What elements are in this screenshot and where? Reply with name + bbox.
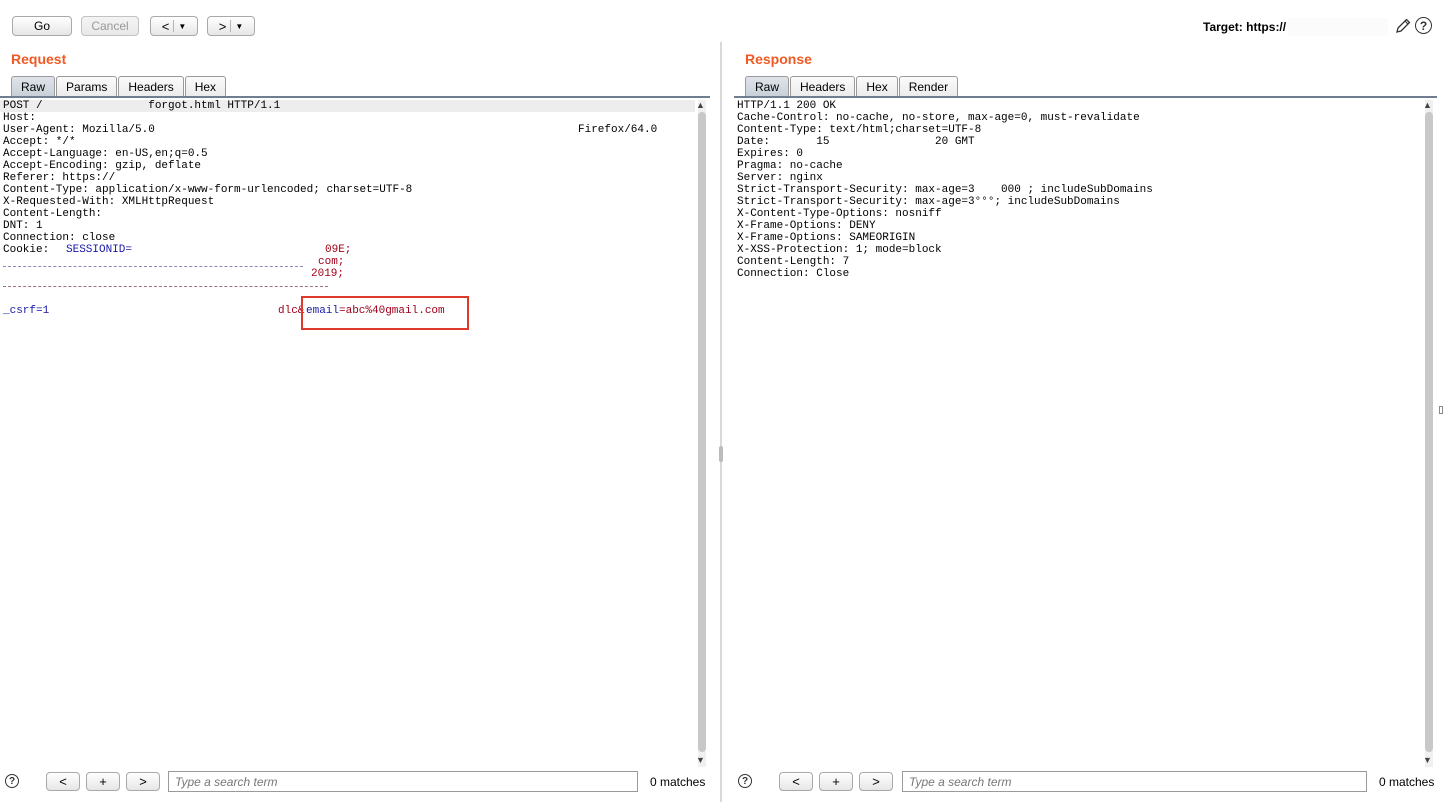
response-line: HTTP/1.1 200 OK: [737, 100, 837, 112]
response-line: X-Content-Type-Options: nosniff: [737, 208, 942, 220]
response-line: X-Frame-Options: DENY: [737, 220, 876, 232]
response-line: Cache-Control: no-cache, no-store, max-a…: [737, 112, 1140, 124]
response-search-prev-button[interactable]: <: [779, 772, 813, 791]
request-line: Referer: https://: [3, 172, 116, 184]
go-button[interactable]: Go: [12, 16, 72, 36]
target-host-field[interactable]: [1288, 18, 1388, 36]
request-search-help-icon[interactable]: ?: [5, 774, 19, 788]
request-line: Connection: close: [3, 232, 116, 244]
request-scrollbar[interactable]: ▲ ▼: [695, 100, 709, 767]
target-label: Target: https://: [1203, 20, 1287, 34]
panel-splitter[interactable]: [718, 42, 726, 802]
request-tab-params[interactable]: Params: [56, 76, 118, 96]
scroll-up-icon[interactable]: ▲: [696, 100, 705, 110]
chevron-down-icon[interactable]: ▼: [235, 22, 243, 31]
divider: [230, 20, 232, 32]
response-line: Strict-Transport-Security: max-age=3 000…: [737, 184, 1153, 196]
request-line: Content-Length:: [3, 208, 103, 220]
scroll-down-icon[interactable]: ▼: [1423, 755, 1432, 765]
response-tabs: Raw Headers Hex Render: [745, 76, 959, 97]
request-line: User-Agent: Mozilla/5.0: [3, 124, 155, 136]
request-title: Request: [11, 51, 67, 67]
response-line: Strict-Transport-Security: max-age=3°°°;…: [737, 196, 1120, 208]
divider: [173, 20, 175, 32]
response-search-add-button[interactable]: +: [819, 772, 853, 791]
request-search-add-button[interactable]: +: [86, 772, 120, 791]
body-param: _csrf=1: [3, 305, 50, 317]
forward-button[interactable]: > ▼: [207, 16, 255, 36]
request-tabs: Raw Params Headers Hex: [11, 76, 227, 97]
redaction-mark: [3, 286, 328, 290]
toolbar: Go Cancel < ▼ > ▼ Target: https:// ?: [0, 0, 1445, 44]
request-line: Accept-Encoding: gzip, deflate: [3, 160, 202, 172]
redaction-mark: [3, 266, 303, 270]
response-search-input[interactable]: [902, 771, 1367, 792]
request-search-next-button[interactable]: >: [126, 772, 160, 791]
response-scrollbar[interactable]: ▲ ▼: [1422, 100, 1436, 767]
response-line: Pragma: no-cache: [737, 160, 843, 172]
user-agent-tail: Firefox/64.0: [578, 124, 658, 136]
scroll-thumb[interactable]: [1425, 112, 1433, 752]
request-line: Accept: */*: [3, 136, 76, 148]
response-line: Date: 15 20 GMT: [737, 136, 975, 148]
response-tab-render[interactable]: Render: [898, 76, 959, 96]
cookie-label: Cookie:: [3, 244, 50, 256]
request-editor[interactable]: POST / forgot.html HTTP/1.1 Host: User-A…: [0, 100, 695, 767]
response-tab-underline: [734, 96, 1437, 98]
response-line: Expires: 0: [737, 148, 804, 160]
window-resize-grip-icon[interactable]: [1439, 406, 1443, 414]
response-line: Content-Type: text/html;charset=UTF-8: [737, 124, 982, 136]
request-search-prev-button[interactable]: <: [46, 772, 80, 791]
response-tab-raw[interactable]: Raw: [745, 76, 790, 96]
email-highlight-box: [301, 296, 469, 330]
response-title: Response: [745, 51, 812, 67]
scroll-up-icon[interactable]: ▲: [1423, 100, 1432, 110]
cookie-value: 09E;: [325, 244, 352, 256]
response-line: X-Frame-Options: SAMEORIGIN: [737, 232, 916, 244]
scroll-thumb[interactable]: [698, 112, 706, 752]
response-editor[interactable]: HTTP/1.1 200 OK Cache-Control: no-cache,…: [734, 100, 1422, 767]
response-search-next-button[interactable]: >: [859, 772, 893, 791]
response-search-help-icon[interactable]: ?: [738, 774, 752, 788]
request-tab-headers[interactable]: Headers: [118, 76, 184, 96]
cancel-button[interactable]: Cancel: [81, 16, 139, 36]
response-tab-headers[interactable]: Headers: [790, 76, 856, 96]
response-match-count: 0 matches: [1379, 775, 1435, 789]
forward-arrow-icon: >: [218, 18, 227, 34]
pencil-icon[interactable]: [1394, 17, 1412, 35]
back-button[interactable]: < ▼: [150, 16, 198, 36]
request-line: X-Requested-With: XMLHttpRequest: [3, 196, 215, 208]
chevron-down-icon[interactable]: ▼: [178, 22, 186, 31]
cookie-name: SESSIONID=: [66, 244, 133, 256]
response-line: Content-Length: 7: [737, 256, 850, 268]
help-icon[interactable]: ?: [1415, 17, 1432, 34]
request-line: DNT: 1: [3, 220, 43, 232]
cookie-value: com;: [318, 256, 345, 268]
response-line: Connection: Close: [737, 268, 850, 280]
cookie-value: 2019;: [311, 268, 345, 280]
splitter-grip-icon[interactable]: [719, 446, 723, 462]
request-line: POST / forgot.html HTTP/1.1: [3, 100, 281, 112]
scroll-down-icon[interactable]: ▼: [696, 755, 705, 765]
back-arrow-icon: <: [161, 18, 170, 34]
request-line: Accept-Language: en-US,en;q=0.5: [3, 148, 208, 160]
request-match-count: 0 matches: [650, 775, 706, 789]
request-line: Host:: [3, 112, 37, 124]
response-line: X-XSS-Protection: 1; mode=block: [737, 244, 942, 256]
request-search-input[interactable]: [168, 771, 638, 792]
request-tab-hex[interactable]: Hex: [184, 76, 227, 96]
response-tab-hex[interactable]: Hex: [856, 76, 898, 96]
request-tab-raw[interactable]: Raw: [11, 76, 56, 96]
request-line: Content-Type: application/x-www-form-url…: [3, 184, 413, 196]
splitter-bar: [720, 42, 722, 802]
request-tab-underline: [0, 96, 710, 98]
response-line: Server: nginx: [737, 172, 823, 184]
